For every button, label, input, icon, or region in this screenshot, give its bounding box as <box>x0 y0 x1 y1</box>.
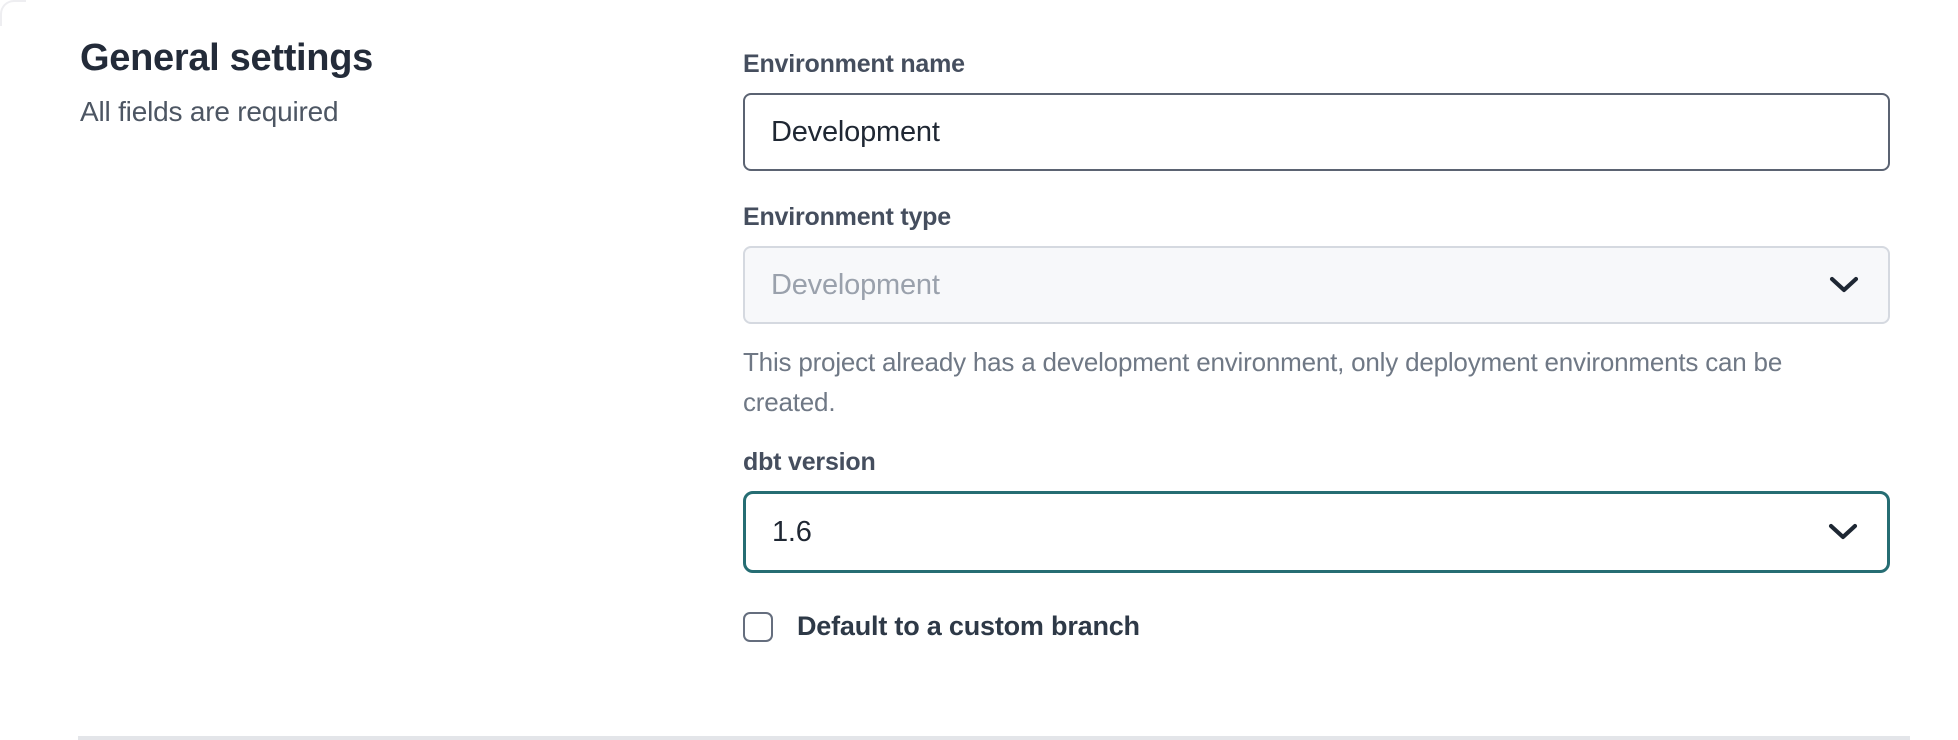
environment-name-label: Environment name <box>743 50 1890 79</box>
custom-branch-label[interactable]: Default to a custom branch <box>797 611 1140 642</box>
custom-branch-row: Default to a custom branch <box>743 611 1890 642</box>
card-corner <box>0 0 26 26</box>
chevron-down-icon <box>1828 275 1860 295</box>
custom-branch-checkbox[interactable] <box>743 612 773 642</box>
dbt-version-value: 1.6 <box>772 516 812 549</box>
environment-name-input[interactable] <box>743 93 1890 171</box>
page-subtitle: All fields are required <box>80 96 640 128</box>
chevron-down-icon <box>1827 522 1859 542</box>
environment-type-value: Development <box>771 269 940 302</box>
settings-header: General settings All fields are required <box>80 36 640 128</box>
environment-type-label: Environment type <box>743 203 1890 232</box>
dbt-version-select[interactable]: 1.6 <box>743 491 1890 573</box>
page-title: General settings <box>80 36 640 82</box>
settings-form: Environment name Environment type Develo… <box>743 50 1890 642</box>
section-divider <box>78 736 1910 740</box>
environment-type-helper-text: This project already has a development e… <box>743 342 1863 422</box>
environment-type-select: Development <box>743 246 1890 324</box>
dbt-version-label: dbt version <box>743 448 1890 477</box>
